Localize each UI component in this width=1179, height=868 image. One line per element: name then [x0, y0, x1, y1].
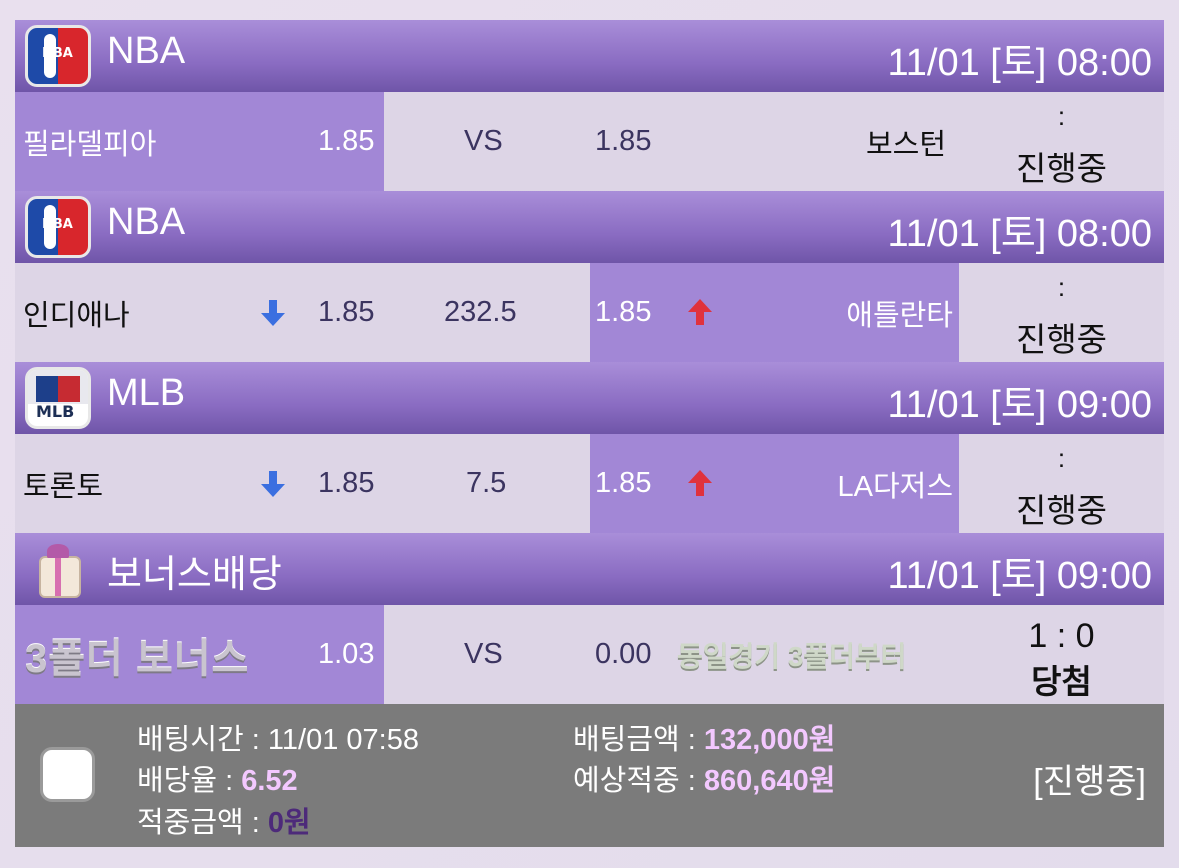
home-team: 인디애나: [23, 299, 130, 332]
bet-slip: NBA NBA 11/01 [토] 08:00 필라델피아 1.85 VS 1.…: [15, 20, 1164, 847]
bet-time-label: 배팅시간 :: [137, 724, 268, 756]
game-datetime: 11/01 [토] 08:00: [887, 42, 1152, 84]
game-status: 1 : 0 당첨: [959, 605, 1164, 704]
nba-logo-icon: NBA: [25, 196, 91, 258]
score: :: [1057, 443, 1066, 473]
home-team: 토론토: [23, 470, 104, 503]
away-team: 애틀란타: [846, 299, 953, 332]
down-arrow-icon: [258, 263, 288, 362]
game-status: : 진행중: [959, 263, 1164, 362]
league-name: NBA: [107, 30, 186, 72]
bet-time-value: 11/01 07:58: [267, 724, 419, 756]
league-name: NBA: [107, 201, 186, 243]
bonus-note-text: 동일경기 3폴더부터: [677, 640, 907, 672]
status-text: 당첨: [1031, 663, 1092, 700]
game-header: 보너스배당 11/01 [토] 09:00: [15, 533, 1164, 605]
home-odds: 1.85: [318, 296, 375, 328]
game-header: NBA NBA 11/01 [토] 08:00: [15, 191, 1164, 263]
win-amount-label: 적중금액 :: [137, 807, 268, 839]
total-odds: 배당율 : 6.52: [137, 757, 298, 799]
game-datetime: 11/01 [토] 09:00: [887, 384, 1152, 426]
bonus-note: 동일경기 3폴더부터: [677, 605, 906, 704]
gift-box-icon: [25, 538, 91, 600]
bet-amount-label: 배팅금액 :: [573, 724, 704, 756]
home-odds: 1.85: [318, 125, 375, 157]
game-status: : 진행중: [959, 92, 1164, 191]
expected-value: 860,640원: [703, 765, 836, 797]
bet-time: 배팅시간 : 11/01 07:58: [137, 716, 419, 758]
home-team: 필라델피아: [23, 128, 157, 161]
odds-value: 6.52: [241, 765, 298, 797]
game-header: NBA NBA 11/01 [토] 08:00: [15, 20, 1164, 92]
home-pick-cell[interactable]: 필라델피아 1.85: [15, 92, 384, 191]
game-row[interactable]: 인디애나 1.85 232.5 1.85 애틀란타 : 진행중: [15, 263, 1164, 362]
game-datetime: 11/01 [토] 08:00: [887, 213, 1152, 255]
expected-win: 예상적중 : 860,640원: [573, 757, 835, 799]
vs-label: VS: [464, 638, 503, 670]
status-text: 진행중: [1015, 321, 1108, 358]
bonus-title: 3폴더 보너스: [25, 636, 250, 681]
mlb-logo-icon: MLB: [25, 367, 91, 429]
select-checkbox[interactable]: [40, 747, 95, 802]
away-odds: 1.85: [595, 467, 652, 499]
score: 1 : 0: [1028, 617, 1095, 655]
away-odds: 0.00: [595, 638, 652, 670]
away-team: 보스턴: [866, 128, 947, 161]
league-name: 보너스배당: [107, 554, 282, 596]
status-text: 진행중: [1015, 492, 1108, 529]
away-pick-cell[interactable]: 1.85 LA다저스: [590, 434, 959, 533]
down-arrow-icon: [258, 434, 288, 533]
game-status: : 진행중: [959, 434, 1164, 533]
away-odds: 1.85: [595, 125, 652, 157]
bonus-pick-cell[interactable]: 3폴더 보너스 1.03: [15, 605, 384, 704]
win-amount: 적중금액 : 0원: [137, 799, 311, 841]
bonus-row[interactable]: 3폴더 보너스 1.03 VS 0.00 동일경기 3폴더부터 1 : 0 당첨: [15, 605, 1164, 704]
win-amount-value: 0원: [267, 807, 311, 839]
away-pick-cell[interactable]: 1.85 애틀란타: [590, 263, 959, 362]
nba-logo-icon: NBA: [25, 25, 91, 87]
away-odds: 1.85: [595, 296, 652, 328]
bet-status: [진행중]: [1033, 763, 1146, 801]
game-datetime: 11/01 [토] 09:00: [887, 555, 1152, 597]
status-text: 진행중: [1015, 150, 1108, 187]
score: :: [1057, 272, 1066, 302]
vs-label: VS: [464, 125, 503, 157]
up-arrow-icon: [685, 297, 715, 335]
expected-label: 예상적중 :: [573, 765, 704, 797]
handicap-line: 7.5: [466, 467, 507, 499]
bet-amount: 배팅금액 : 132,000원: [573, 716, 835, 758]
game-row[interactable]: 토론토 1.85 7.5 1.85 LA다저스 : 진행중: [15, 434, 1164, 533]
game-row[interactable]: 필라델피아 1.85 VS 1.85 보스턴 : 진행중: [15, 92, 1164, 191]
away-team: LA다저스: [837, 470, 953, 503]
score: :: [1057, 101, 1066, 131]
bet-amount-value: 132,000원: [703, 724, 836, 756]
up-arrow-icon: [685, 468, 715, 506]
game-header: MLB MLB 11/01 [토] 09:00: [15, 362, 1164, 434]
odds-label: 배당율 :: [137, 765, 242, 797]
league-name: MLB: [107, 372, 186, 414]
bonus-odds: 1.03: [318, 638, 375, 670]
handicap-line: 232.5: [444, 296, 517, 328]
home-odds: 1.85: [318, 467, 375, 499]
bet-summary: 배팅시간 : 11/01 07:58 배당율 : 6.52 적중금액 : 0원 …: [15, 704, 1164, 847]
